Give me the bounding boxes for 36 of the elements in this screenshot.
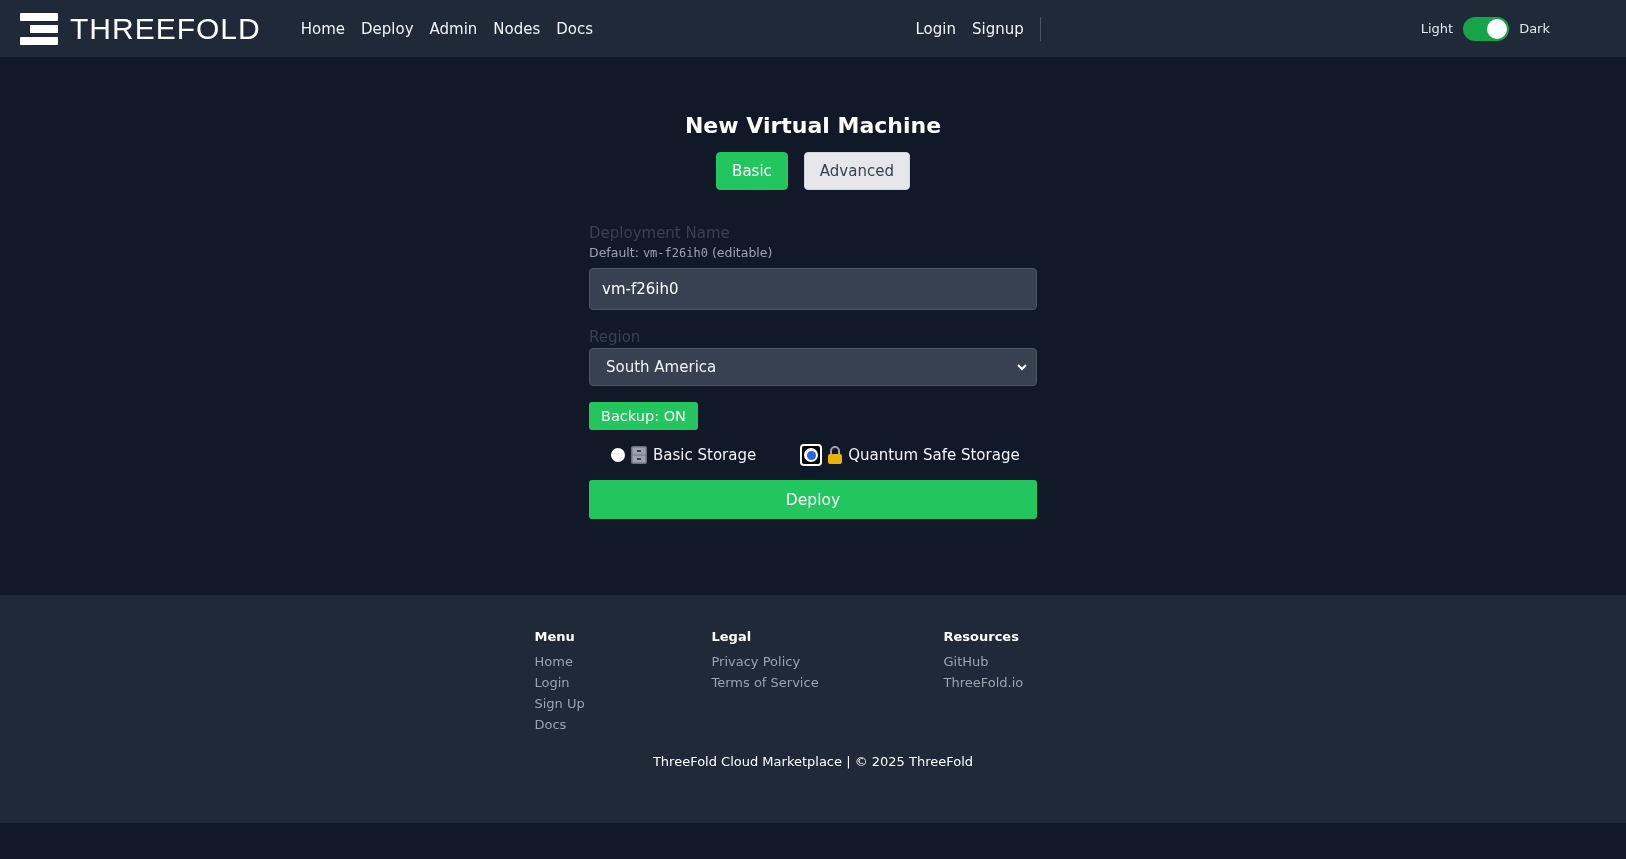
deployment-name-input[interactable]: vm-f26ih0 (589, 268, 1037, 310)
nav-link[interactable]: Nodes (493, 19, 541, 38)
field-hint: Default: vm-f26ih0 (editable) (589, 245, 774, 260)
storage-radio[interactable] (800, 444, 823, 466)
file-cabinet-icon (631, 446, 647, 464)
footer-heading: Menu (534, 629, 576, 644)
logo-text: THREEFOLD (70, 11, 261, 46)
nav-link[interactable]: Docs (556, 19, 594, 38)
mode-tab[interactable]: Advanced (803, 152, 910, 190)
page-title: New Virtual Machine (683, 113, 943, 138)
auth-link[interactable]: Signup (971, 19, 1024, 38)
copyright-text: ThreeFold Cloud Marketplace | © 2025 ThreeFold (652, 754, 974, 769)
footer-link[interactable]: Terms of Service (711, 675, 944, 690)
light-label: Light (1420, 21, 1454, 36)
dark-label: Dark (1519, 21, 1550, 36)
footer-link[interactable]: Login (534, 675, 712, 690)
auth-link[interactable]: Login (915, 19, 956, 38)
region-select[interactable]: South America (589, 348, 1037, 386)
theme-toggle[interactable] (1463, 16, 1510, 41)
storage-option-label: Quantum Safe Storage (848, 446, 1020, 464)
footer-heading: Legal (711, 629, 753, 644)
footer-link[interactable]: Home (534, 654, 712, 669)
nav-link[interactable]: Admin (429, 19, 478, 38)
storage-radio[interactable] (611, 448, 625, 462)
nav-link[interactable]: Home (300, 19, 345, 38)
lock-icon (828, 446, 843, 464)
chevron-down-icon (1016, 361, 1028, 373)
footer-link[interactable]: ThreeFold.io (943, 675, 1054, 690)
nav-link[interactable]: Deploy (361, 19, 414, 38)
footer-link[interactable]: GitHub (943, 654, 1054, 669)
logo-icon (20, 12, 58, 45)
footer-link[interactable]: Sign Up (534, 696, 712, 711)
footer-link[interactable]: Docs (534, 717, 712, 732)
footer-link[interactable]: Privacy Policy (711, 654, 944, 669)
storage-option-label: Basic Storage (653, 446, 757, 464)
footer-heading: Resources (943, 629, 1020, 644)
